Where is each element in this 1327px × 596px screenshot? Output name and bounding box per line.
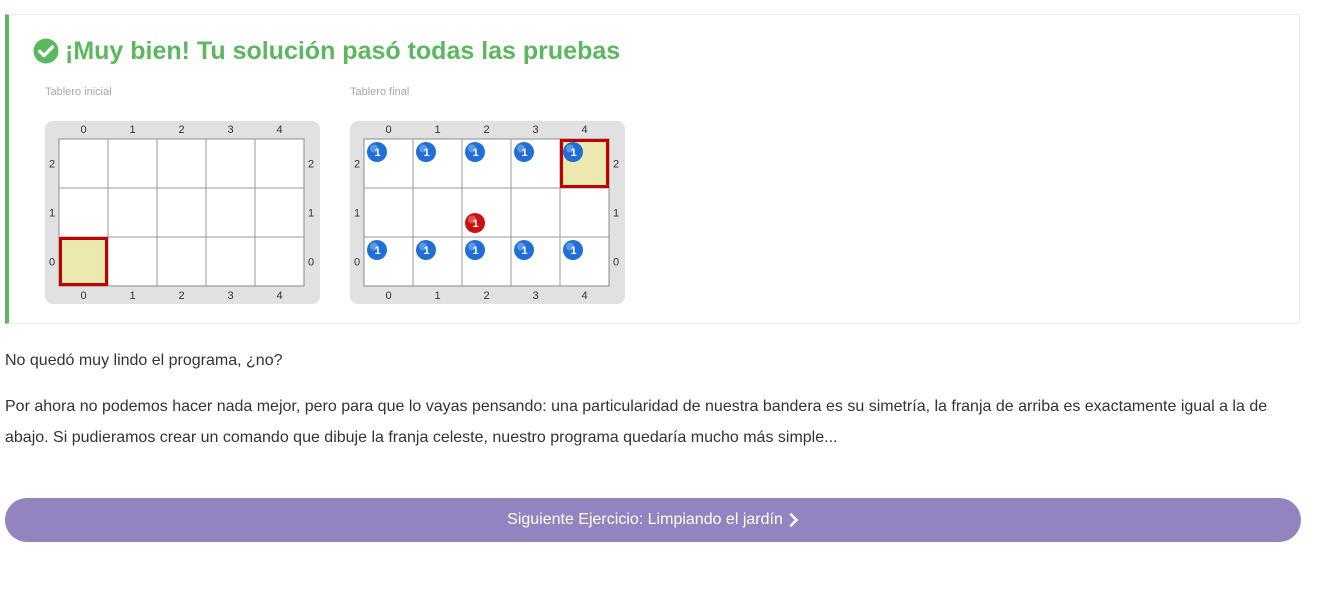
column-label-top-0: 0: [385, 124, 391, 136]
row-label-left-0: 0: [49, 257, 55, 269]
ball-count: 1: [472, 218, 478, 230]
row-label-right-1: 1: [308, 208, 314, 220]
paragraph-2: Por ahora no podemos hacer nada mejor, p…: [5, 398, 1268, 446]
ball-count: 1: [570, 147, 576, 159]
blue-ball: 1: [367, 240, 387, 260]
red-ball: 1: [465, 213, 485, 233]
ball-count: 1: [570, 245, 576, 257]
blue-ball: 1: [514, 240, 534, 260]
paragraph-1: No quedó muy lindo el programa, ¿no?: [5, 352, 283, 369]
final-board: 001122334422110011111111111: [350, 121, 625, 304]
row-label-right-0: 0: [613, 257, 619, 269]
row-label-left-0: 0: [354, 257, 360, 269]
initial-board-caption: Tablero inicial: [45, 86, 112, 98]
column-label-top-4: 4: [276, 124, 282, 136]
result-card: ¡Muy bien! Tu solución pasó todas las pr…: [5, 14, 1300, 324]
ball-count: 1: [472, 245, 478, 257]
check-circle-icon: [33, 38, 59, 64]
ball-count: 1: [521, 147, 527, 159]
row-label-right-1: 1: [613, 208, 619, 220]
initial-board: 0 0 1 1 2 2 3 3 4 4 2 2 1 1 0 0: [45, 121, 320, 304]
ball-count: 1: [423, 147, 429, 159]
ball-count: 1: [374, 147, 380, 159]
row-label-right-2: 2: [613, 159, 619, 171]
final-board-caption: Tablero final: [350, 86, 410, 98]
final-board-svg: 00112233442 21 10 01 1 1 1 111 1 1 1 1: [354, 124, 619, 302]
result-title: ¡Muy bien! Tu solución pasó todas las pr…: [33, 35, 620, 67]
initial-board-svg: 0 0 1 1 2 2 3 3 4 4 2 2 1 1 0 0: [49, 124, 314, 302]
column-label-top-0: 0: [80, 124, 86, 136]
column-label-top-1: 1: [434, 124, 440, 136]
column-label-top-4: 4: [581, 124, 587, 136]
blue-ball: 1: [563, 142, 583, 162]
row-label-left-2: 2: [49, 159, 55, 171]
chevron-right-icon: [789, 513, 799, 527]
blue-ball: 1: [465, 240, 485, 260]
column-label-top-1: 1: [129, 124, 135, 136]
row-label-left-1: 1: [354, 208, 360, 220]
row-label-left-1: 1: [49, 208, 55, 220]
column-label-bottom-4: 4: [276, 290, 282, 302]
ball-count: 1: [374, 245, 380, 257]
ball-count: 1: [423, 245, 429, 257]
column-label-bottom-0: 0: [385, 290, 391, 302]
blue-ball: 1: [465, 142, 485, 162]
column-label-bottom-3: 3: [532, 290, 538, 302]
column-label-bottom-2: 2: [483, 290, 489, 302]
blue-ball: 1: [514, 142, 534, 162]
column-label-top-2: 2: [178, 124, 184, 136]
row-label-right-0: 0: [308, 257, 314, 269]
next-exercise-label: Siguiente Ejercicio: Limpiando el jardín: [507, 511, 783, 528]
column-label-bottom-2: 2: [178, 290, 184, 302]
column-label-bottom-3: 3: [227, 290, 233, 302]
column-label-bottom-1: 1: [129, 290, 135, 302]
board-head-cell: [59, 237, 108, 286]
blue-ball: 1: [416, 240, 436, 260]
column-label-top-3: 3: [532, 124, 538, 136]
column-label-bottom-4: 4: [581, 290, 587, 302]
result-title-text: ¡Muy bien! Tu solución pasó todas las pr…: [65, 36, 621, 65]
ball-count: 1: [472, 147, 478, 159]
blue-ball: 1: [563, 240, 583, 260]
ball-count: 1: [521, 245, 527, 257]
column-label-top-3: 3: [227, 124, 233, 136]
column-label-top-2: 2: [483, 124, 489, 136]
blue-ball: 1: [416, 142, 436, 162]
row-label-right-2: 2: [308, 159, 314, 171]
row-label-left-2: 2: [354, 159, 360, 171]
next-exercise-button[interactable]: Siguiente Ejercicio: Limpiando el jardín: [5, 498, 1301, 542]
column-label-bottom-1: 1: [434, 290, 440, 302]
blue-ball: 1: [367, 142, 387, 162]
column-label-bottom-0: 0: [80, 290, 86, 302]
